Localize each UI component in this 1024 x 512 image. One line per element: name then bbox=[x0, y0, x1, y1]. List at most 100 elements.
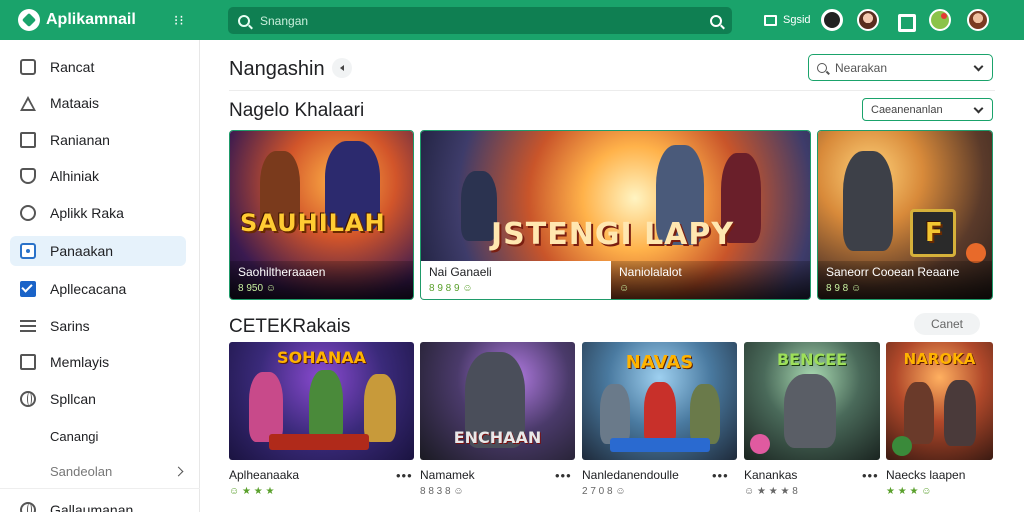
game-card[interactable]: NAROKA bbox=[886, 342, 993, 460]
app-logo-icon bbox=[18, 9, 40, 31]
sidebar-item-apllecacana[interactable]: Apllecacana bbox=[10, 274, 186, 304]
more-options-icon[interactable]: ••• bbox=[712, 468, 729, 483]
game-name[interactable]: Aplheanaaka bbox=[229, 468, 299, 482]
settings-icon bbox=[20, 502, 36, 512]
game-meta: ☺ bbox=[619, 283, 630, 294]
sidebar-item-spllcan[interactable]: Spllcan bbox=[10, 384, 186, 414]
search-input[interactable] bbox=[260, 13, 710, 28]
badge-icon bbox=[966, 243, 986, 263]
game-art-title: JSTENGI LAPY bbox=[491, 217, 735, 252]
sidebar-item-gallaumanan[interactable]: Gallaumanan bbox=[10, 495, 186, 512]
back-button[interactable] bbox=[332, 58, 352, 78]
game-name: Saohiltheraaaen bbox=[238, 265, 326, 279]
card-caption: Nai Ganaeli 8 9 8 9 ☺ bbox=[421, 261, 611, 299]
chevron-down-icon bbox=[973, 103, 984, 114]
game-meta: 2 7 0 8 ☺ bbox=[582, 486, 626, 497]
sidebar-item-label: Panaakan bbox=[50, 243, 114, 259]
game-meta: 8 8 3 8 ☺ bbox=[420, 486, 464, 497]
sidebar-item-label: Aplikk Raka bbox=[50, 205, 124, 221]
chevron-down-icon bbox=[973, 61, 984, 72]
sidebar: Rancat Mataais Ranianan Alhiniak Aplikk … bbox=[0, 40, 200, 512]
section-title: CETEKRakais bbox=[229, 316, 351, 337]
store-icon bbox=[764, 14, 777, 26]
game-card[interactable]: ENCHAAN bbox=[420, 342, 575, 460]
store-label: Sgsid bbox=[783, 14, 811, 26]
divider bbox=[229, 90, 995, 91]
badge-icon bbox=[750, 434, 770, 454]
game-art-title: F bbox=[925, 218, 944, 248]
sidebar-subitem-canangi[interactable]: Canangi bbox=[50, 429, 98, 444]
sidebar-subitem-row[interactable]: Sandeolan bbox=[0, 462, 200, 482]
notifications-icon[interactable] bbox=[928, 9, 951, 31]
avatar[interactable] bbox=[856, 9, 879, 31]
sidebar-item-alhiniak[interactable]: Alhiniak bbox=[10, 161, 186, 191]
sidebar-item-mataais[interactable]: Mataais bbox=[10, 88, 186, 118]
game-meta: 8 9 8 ☺ bbox=[826, 283, 862, 294]
profile-avatar[interactable] bbox=[966, 9, 989, 31]
game-name[interactable]: Naecks laapen bbox=[886, 468, 965, 482]
sidebar-item-aplikk-raka[interactable]: Aplikk Raka bbox=[10, 198, 186, 228]
game-art-title: SOHANAA bbox=[276, 348, 367, 367]
sidebar-divider bbox=[0, 488, 200, 489]
search-icon bbox=[238, 14, 250, 27]
filter-dropdown[interactable]: Nearakan bbox=[808, 54, 993, 81]
card-caption: Saohiltheraaaen 8 950 ☺ bbox=[230, 261, 413, 299]
app-name: Aplikamnail bbox=[46, 11, 136, 28]
top-bar: Aplikamnail ⁝⁝ Sgsid bbox=[0, 0, 1024, 40]
sidebar-item-rancat[interactable]: Rancat bbox=[10, 52, 186, 82]
game-card[interactable]: BENCEE bbox=[744, 342, 880, 460]
store-button[interactable]: Sgsid bbox=[764, 14, 811, 26]
featured-card[interactable]: SAUHILAH Saohiltheraaaen 8 950 ☺ bbox=[229, 130, 414, 300]
game-card[interactable]: NAVAS bbox=[582, 342, 737, 460]
document-icon bbox=[20, 59, 36, 75]
sidebar-item-label: Memlayis bbox=[50, 354, 110, 370]
game-name[interactable]: Kanankas bbox=[744, 468, 797, 482]
main-content: Nangashin Nearakan Nagelo Khalaari Caean… bbox=[200, 40, 1024, 512]
more-options-icon[interactable]: ••• bbox=[862, 468, 879, 483]
search-icon bbox=[817, 62, 827, 73]
game-art-title: SAUHILAH bbox=[240, 209, 386, 237]
card-caption: Saneorr Cooean Reaane 8 9 8 ☺ bbox=[818, 261, 992, 299]
extensions-icon[interactable] bbox=[895, 11, 916, 32]
badge-icon bbox=[892, 436, 912, 456]
sidebar-item-label: Rancat bbox=[50, 59, 95, 75]
filter-placeholder: Nearakan bbox=[835, 60, 888, 75]
sidebar-item-label: Apllecacana bbox=[50, 281, 127, 297]
top-actions: Sgsid bbox=[764, 6, 989, 34]
game-art-title: NAROKA bbox=[903, 350, 976, 368]
app-brand[interactable]: Aplikamnail bbox=[18, 9, 136, 31]
game-meta: ★ ★ ★ ☺ bbox=[886, 486, 932, 497]
view-all-button[interactable]: Canet bbox=[914, 313, 980, 335]
search-submit-icon[interactable] bbox=[710, 14, 722, 27]
sidebar-item-label: Mataais bbox=[50, 95, 100, 111]
sidebar-item-ranianan[interactable]: Ranianan bbox=[10, 125, 186, 155]
more-options-icon[interactable]: ••• bbox=[396, 468, 413, 483]
sidebar-item-sarins[interactable]: Sarins bbox=[10, 311, 186, 341]
section-title: Nagelo Khalaari bbox=[229, 100, 365, 121]
game-art-title: ENCHAAN bbox=[453, 428, 542, 447]
card-caption-secondary: Naniolalalot ☺ bbox=[611, 261, 810, 299]
game-card[interactable]: SOHANAA bbox=[229, 342, 414, 460]
window-icon bbox=[20, 354, 36, 370]
sort-dropdown[interactable]: Caeanenanlan bbox=[862, 98, 993, 121]
game-name[interactable]: Namamek bbox=[420, 468, 475, 482]
sidebar-item-memlayis[interactable]: Memlayis bbox=[10, 347, 186, 377]
sidebar-item-label: Spllcan bbox=[50, 391, 96, 407]
shield-icon bbox=[20, 168, 36, 184]
game-name[interactable]: Nanledanendoulle bbox=[582, 468, 679, 482]
theme-toggle-icon[interactable] bbox=[820, 9, 843, 31]
featured-card[interactable]: JSTENGI LAPY Nai Ganaeli 8 9 8 9 ☺ Nanio… bbox=[420, 130, 811, 300]
featured-card[interactable]: F Saneorr Cooean Reaane 8 9 8 ☺ bbox=[817, 130, 993, 300]
game-name: Naniolalalot bbox=[619, 265, 682, 279]
apps-menu-icon[interactable]: ⁝⁝ bbox=[174, 12, 185, 29]
game-meta: 8 9 8 9 ☺ bbox=[429, 283, 473, 294]
sidebar-item-label: Gallaumanan bbox=[50, 502, 134, 512]
more-options-icon[interactable]: ••• bbox=[555, 468, 572, 483]
game-art-title: BENCEE bbox=[776, 350, 848, 369]
search-bar[interactable] bbox=[228, 7, 732, 34]
sidebar-item-panaakan[interactable]: Panaakan bbox=[10, 236, 186, 266]
sort-label: Caeanenanlan bbox=[871, 103, 943, 116]
sidebar-item-label: Ranianan bbox=[50, 132, 110, 148]
chevron-right-icon bbox=[173, 466, 184, 477]
app-icon bbox=[20, 243, 36, 259]
